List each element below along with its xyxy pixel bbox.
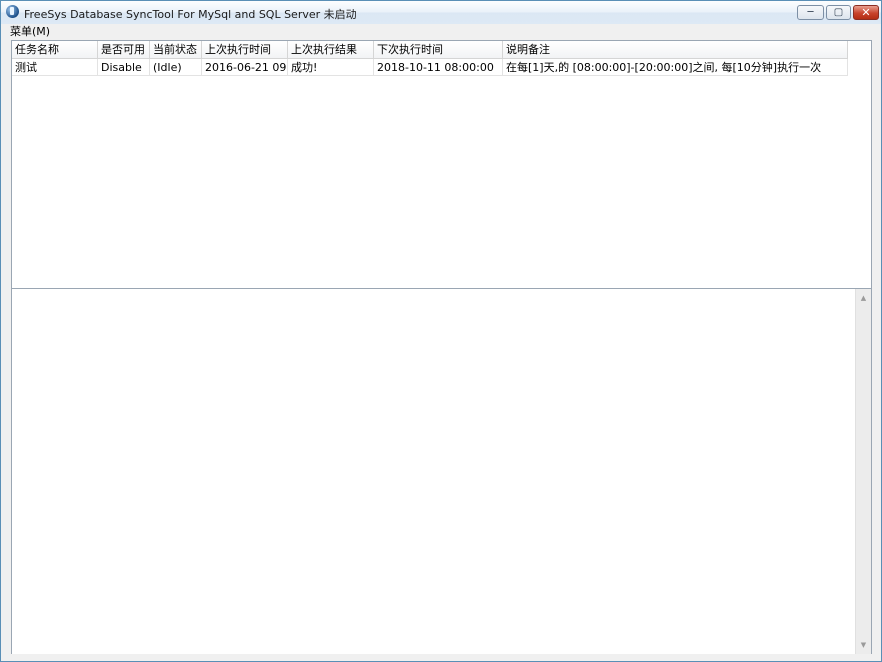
window-title: FreeSys Database SyncTool For MySql and … — [24, 8, 357, 21]
column-header-next-run-time[interactable]: 下次执行时间 — [374, 41, 503, 58]
menu-item-main[interactable]: 菜单(M) — [10, 24, 50, 39]
column-header-enabled[interactable]: 是否可用 — [98, 41, 150, 58]
scroll-up-arrow-icon[interactable]: ▲ — [856, 291, 871, 305]
app-window: FreeSys Database SyncTool For MySql and … — [0, 0, 882, 662]
column-header-last-run-time[interactable]: 上次执行时间 — [202, 41, 288, 58]
column-header-last-run-result[interactable]: 上次执行结果 — [288, 41, 374, 58]
cell-next-run-time: 2018-10-11 08:00:00 — [374, 59, 503, 76]
task-list-view[interactable]: 任务名称 是否可用 当前状态 上次执行时间 上次执行结果 下次执行时间 说明备注… — [11, 40, 872, 289]
column-header-status[interactable]: 当前状态 — [150, 41, 202, 58]
scroll-down-arrow-icon[interactable]: ▼ — [856, 638, 871, 652]
log-output-area[interactable]: ▲ ▼ — [11, 288, 872, 655]
cell-last-run-time: 2016-06-21 09:4 — [202, 59, 288, 76]
column-header-remarks[interactable]: 说明备注 — [503, 41, 848, 58]
title-bar[interactable]: FreeSys Database SyncTool For MySql and … — [1, 1, 881, 25]
app-icon — [6, 5, 19, 18]
close-icon: ✕ — [861, 6, 871, 19]
table-row[interactable]: 测试 Disable (Idle) 2016-06-21 09:4 成功! 20… — [12, 59, 848, 76]
window-bottom-border — [1, 654, 881, 661]
column-header-task-name[interactable]: 任务名称 — [12, 41, 98, 58]
cell-last-run-result: 成功! — [288, 59, 374, 76]
close-button[interactable]: ✕ — [853, 5, 879, 20]
minimize-icon: ─ — [807, 7, 814, 18]
minimize-button[interactable]: ─ — [797, 5, 824, 20]
maximize-button[interactable]: ▢ — [826, 5, 851, 20]
cell-task-name: 测试 — [12, 59, 98, 76]
cell-remarks: 在每[1]天,的 [08:00:00]-[20:00:00]之间, 每[10分钟… — [503, 59, 848, 76]
cell-enabled: Disable — [98, 59, 150, 76]
maximize-icon: ▢ — [833, 7, 844, 18]
menu-bar: 菜单(M) — [1, 24, 881, 39]
cell-status: (Idle) — [150, 59, 202, 76]
task-list-header: 任务名称 是否可用 当前状态 上次执行时间 上次执行结果 下次执行时间 说明备注 — [12, 41, 848, 59]
log-scrollbar[interactable]: ▲ ▼ — [855, 289, 871, 654]
